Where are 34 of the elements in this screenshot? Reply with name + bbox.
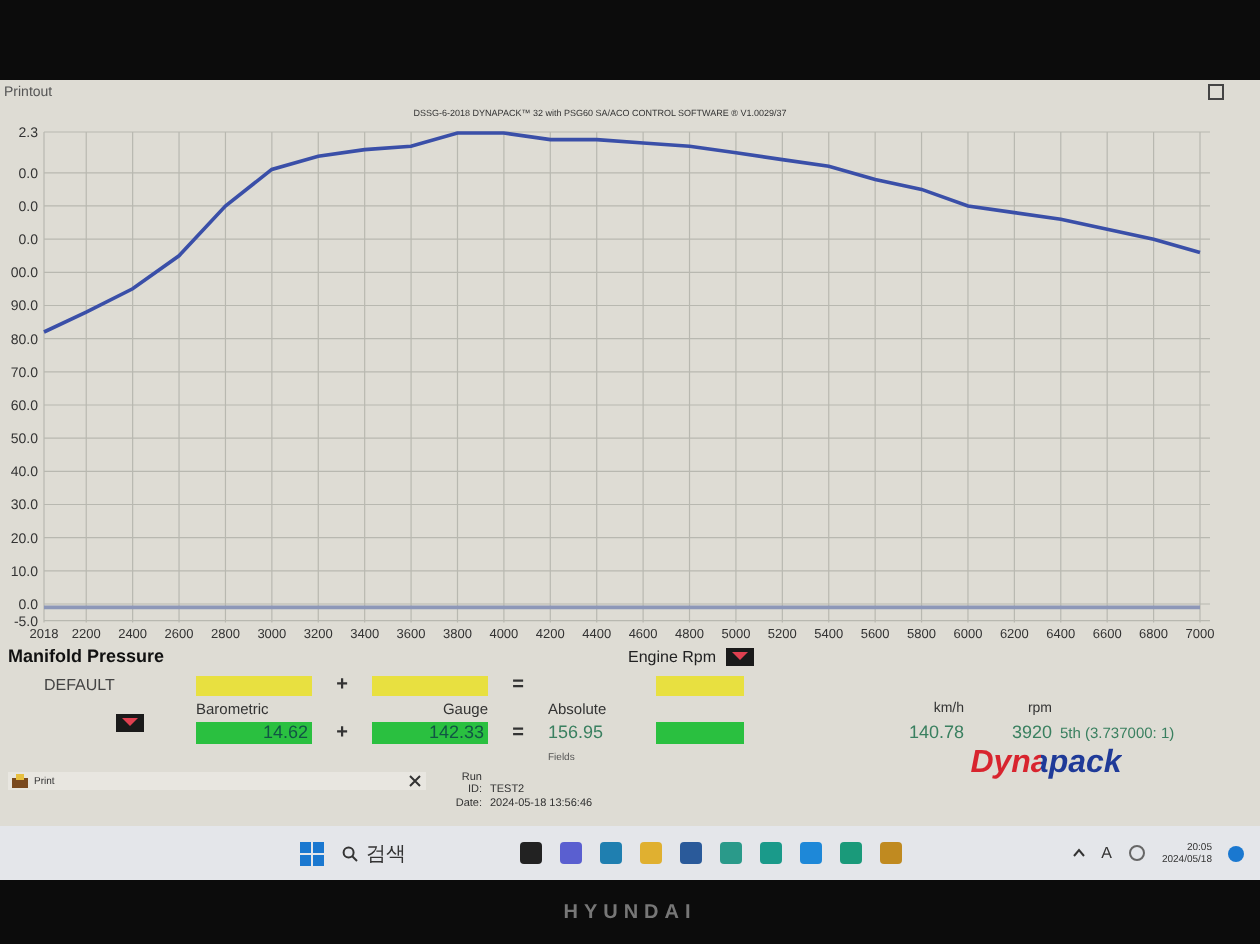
gauge-field[interactable]: 142.33 (372, 721, 488, 743)
printer-icon (12, 774, 28, 788)
maximize-icon[interactable] (1208, 84, 1224, 100)
input-field[interactable] (372, 675, 488, 695)
input-field[interactable] (196, 675, 312, 695)
barometric-field[interactable]: 14.62 (196, 721, 312, 743)
axis-label: Engine Rpm (628, 647, 717, 665)
input-field[interactable] (656, 675, 744, 695)
monitor-brand: HYUNDAI (563, 901, 697, 923)
output-field (656, 721, 744, 743)
caret-icon (120, 716, 140, 728)
app-icon[interactable] (680, 842, 702, 864)
panel-title: Manifold Pressure (8, 646, 167, 666)
chevron-up-icon[interactable] (1071, 848, 1086, 858)
globe-icon[interactable] (1127, 844, 1146, 862)
dropdown-button[interactable] (726, 647, 755, 665)
rpm-value: 3920 (1009, 722, 1052, 742)
search-field[interactable]: 검색 (342, 839, 502, 867)
dropdown-button[interactable] (116, 713, 144, 731)
equals-sign: = (510, 721, 526, 743)
plus-sign: + (334, 674, 350, 696)
preset-label: DEFAULT (42, 676, 117, 694)
equals-sign: = (510, 674, 526, 696)
windows-icon[interactable] (300, 841, 324, 865)
app-icon[interactable] (520, 842, 542, 864)
input-mode-indicator[interactable]: A (1101, 844, 1112, 862)
caret-icon (730, 650, 751, 662)
logo-text: Dynapack (970, 746, 1122, 782)
plus-sign: + (334, 721, 350, 743)
absolute-value: 156.95 (548, 722, 606, 742)
notification-icon[interactable] (1228, 845, 1244, 861)
search-icon (342, 845, 358, 861)
close-icon[interactable] (408, 774, 422, 788)
speed-value: 140.78 (906, 722, 964, 742)
